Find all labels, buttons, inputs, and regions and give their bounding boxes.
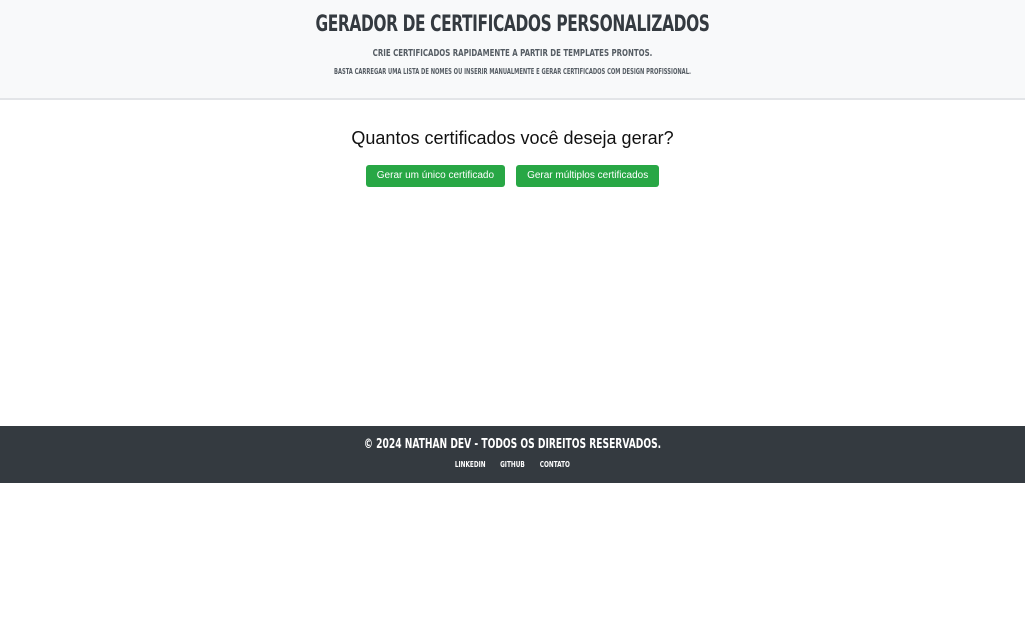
choice-buttons: Gerar um único certificado Gerar múltipl… [0, 165, 1025, 187]
page: Gerador de Certificados Personalizados C… [0, 0, 1025, 644]
site-header: Gerador de Certificados Personalizados C… [0, 0, 1025, 100]
page-description: Basta carregar uma lista de nomes ou ins… [334, 67, 691, 76]
footer-link-contato[interactable]: Contato [540, 460, 570, 469]
generate-single-button[interactable]: Gerar um único certificado [365, 165, 506, 187]
page-subtitle: Crie certificados rapidamente a partir d… [372, 48, 653, 59]
footer-links: LinkedIn GitHub Contato [0, 460, 1025, 469]
page-title: Gerador de Certificados Personalizados [315, 12, 710, 37]
certificate-count-question: Quantos certificados você deseja gerar? [351, 128, 674, 148]
footer-link-github[interactable]: GitHub [501, 460, 526, 469]
generate-multiple-button[interactable]: Gerar múltiplos certificados [516, 165, 660, 187]
footer-copyright: © 2024 Nathan Dev - Todos os direitos re… [363, 437, 662, 452]
footer-link-linkedin[interactable]: LinkedIn [455, 460, 486, 469]
main-content: Quantos certificados você deseja gerar? … [0, 102, 1025, 426]
site-footer: © 2024 Nathan Dev - Todos os direitos re… [0, 426, 1025, 483]
